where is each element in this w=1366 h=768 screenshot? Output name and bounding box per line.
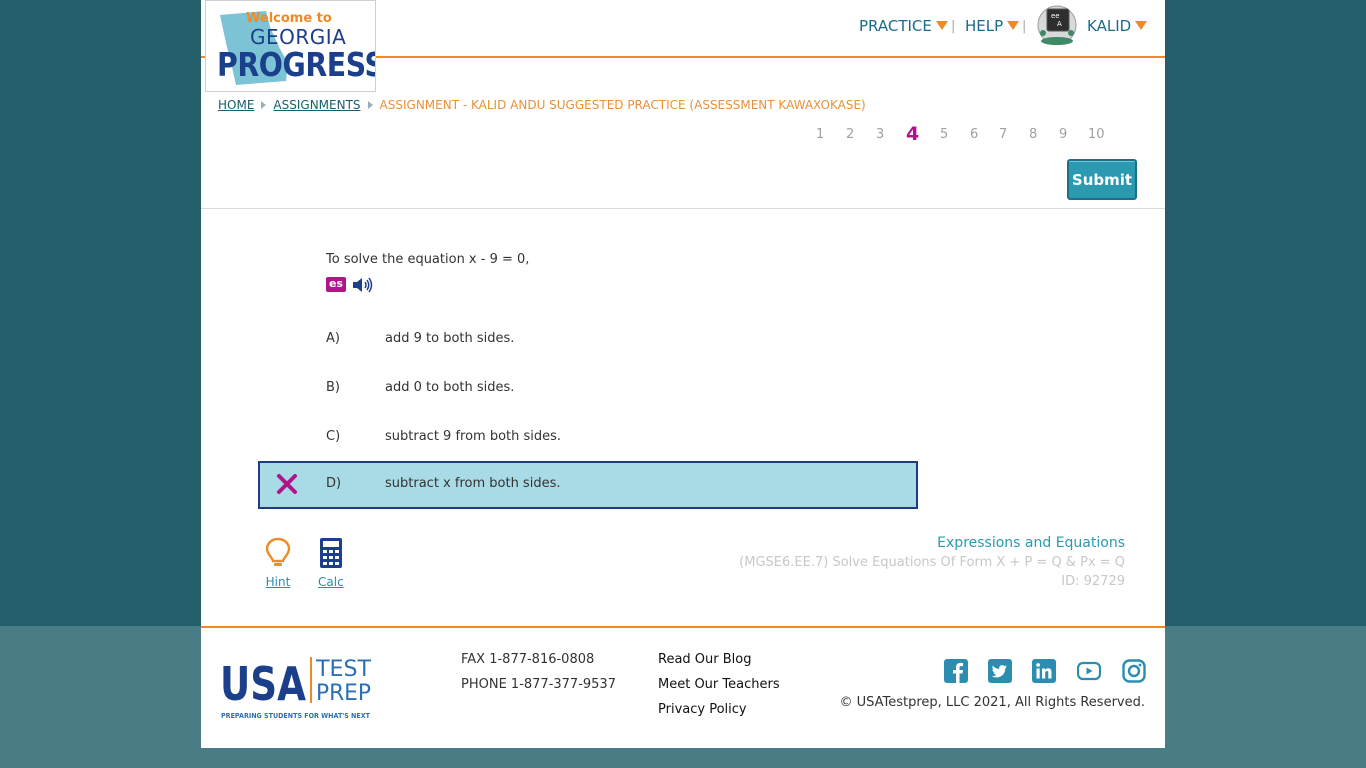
chevron-down-icon [935,21,948,30]
logo-test-text: TEST [315,657,372,682]
nav-help-label: HELP [965,17,1004,35]
footer: USA TEST PREP PREPARING STUDENTS FOR WHA… [201,626,1165,748]
nav-user-menu[interactable]: KALID [1087,17,1148,35]
twitter-icon[interactable] [988,659,1012,683]
breadcrumb-assignments-link[interactable]: ASSIGNMENTS [273,98,360,112]
choice-text: subtract x from both sides. [385,476,561,491]
usatestprep-logo[interactable]: USA TEST PREP PREPARING STUDENTS FOR WHA… [220,654,375,722]
page-link-4-current[interactable]: 4 [906,123,919,145]
logo-prep-text: PREP [316,681,371,706]
page-link-2[interactable]: 2 [846,127,854,142]
breadcrumb-home-link[interactable]: HOME [218,98,254,112]
nav-help[interactable]: HELP [965,17,1020,35]
calculator-tool[interactable]: Calc [318,537,344,589]
page-link-9[interactable]: 9 [1059,127,1067,142]
page-link-10[interactable]: 10 [1088,127,1105,142]
page-link-5[interactable]: 5 [940,127,948,142]
page-link-7[interactable]: 7 [999,127,1007,142]
youtube-icon[interactable] [1077,659,1101,683]
answer-choice-c[interactable]: C) subtract 9 from both sides. [258,414,918,462]
georgia-progress-logo[interactable]: Welcome to GEORGIA PROGRESS [205,0,376,92]
logo-tagline: PREPARING STUDENTS FOR WHAT'S NEXT [221,712,370,720]
question-prompt: To solve the equation x - 9 = 0, [326,252,530,267]
logo-brand-text: PROGRESS [217,45,376,84]
page-link-3[interactable]: 3 [876,127,884,142]
calculator-icon [319,538,342,568]
subject-label: Expressions and Equations [937,535,1125,551]
divider [201,208,1165,209]
answer-choice-d-selected[interactable]: D) subtract x from both sides. [258,461,918,509]
breadcrumb-separator-icon [261,101,267,109]
nav-user-label: KALID [1087,17,1132,35]
breadcrumb-separator-icon [367,101,373,109]
submit-button[interactable]: Submit [1067,159,1137,200]
hint-label: Hint [265,575,291,589]
lightbulb-icon [265,537,291,566]
privacy-link[interactable]: Privacy Policy [658,702,747,717]
nav-practice-label: PRACTICE [859,17,932,35]
choice-letter: A) [326,331,340,346]
copyright-text: © USATestprep, LLC 2021, All Rights Rese… [839,695,1145,710]
incorrect-x-icon [277,474,297,494]
svg-text:ee: ee [1051,12,1060,20]
nav-separator: | [951,19,956,34]
nav-separator: | [1022,19,1027,34]
calc-label: Calc [318,575,344,589]
page-link-8[interactable]: 8 [1029,127,1037,142]
choice-text: add 0 to both sides. [385,380,515,395]
hint-tool[interactable]: Hint [265,537,291,589]
choice-letter: B) [326,380,340,395]
answer-choice-a[interactable]: A) add 9 to both sides. [258,316,918,364]
main-panel: Welcome to GEORGIA PROGRESS PRACTICE | H… [201,0,1165,626]
facebook-icon[interactable] [944,659,968,683]
question-pager: 1 2 3 4 5 6 7 8 9 10 [201,123,1165,147]
page-link-1[interactable]: 1 [816,127,824,142]
choice-letter: C) [326,429,341,444]
blog-link[interactable]: Read Our Blog [658,652,751,667]
chevron-down-icon [1135,21,1148,30]
choice-letter: D) [326,476,342,491]
teachers-link[interactable]: Meet Our Teachers [658,677,780,692]
speaker-icon[interactable] [351,276,373,294]
logo-welcome-text: Welcome to [246,11,332,26]
question-meta: Expressions and Equations (MGSE6.EE.7) S… [739,535,1125,589]
answer-choice-b[interactable]: B) add 0 to both sides. [258,365,918,413]
phone-number: PHONE 1-877-377-9537 [461,677,616,692]
linkedin-icon[interactable] [1032,659,1056,683]
choice-text: add 9 to both sides. [385,331,515,346]
page-link-6[interactable]: 6 [970,127,978,142]
choice-text: subtract 9 from both sides. [385,429,562,444]
breadcrumb-current: ASSIGNMENT - KALID ANDU SUGGESTED PRACTI… [379,98,866,112]
header-bar: Welcome to GEORGIA PROGRESS PRACTICE | H… [201,0,1165,92]
spanish-translate-icon[interactable]: es [326,277,346,292]
fax-number: FAX 1-877-816-0808 [461,652,595,667]
question-id: ID: 92729 [1061,574,1125,589]
logo-usa-text: USA [220,657,306,711]
svg-text:A: A [1057,20,1062,28]
instagram-icon[interactable] [1122,659,1146,683]
nav-practice[interactable]: PRACTICE [859,17,948,35]
breadcrumb: HOME ASSIGNMENTS ASSIGNMENT - KALID ANDU S… [218,98,866,112]
avatar[interactable]: ee A [1035,3,1079,45]
standard-label: (MGSE6.EE.7) Solve Equations Of Form X +… [739,555,1125,570]
chevron-down-icon [1007,21,1020,30]
